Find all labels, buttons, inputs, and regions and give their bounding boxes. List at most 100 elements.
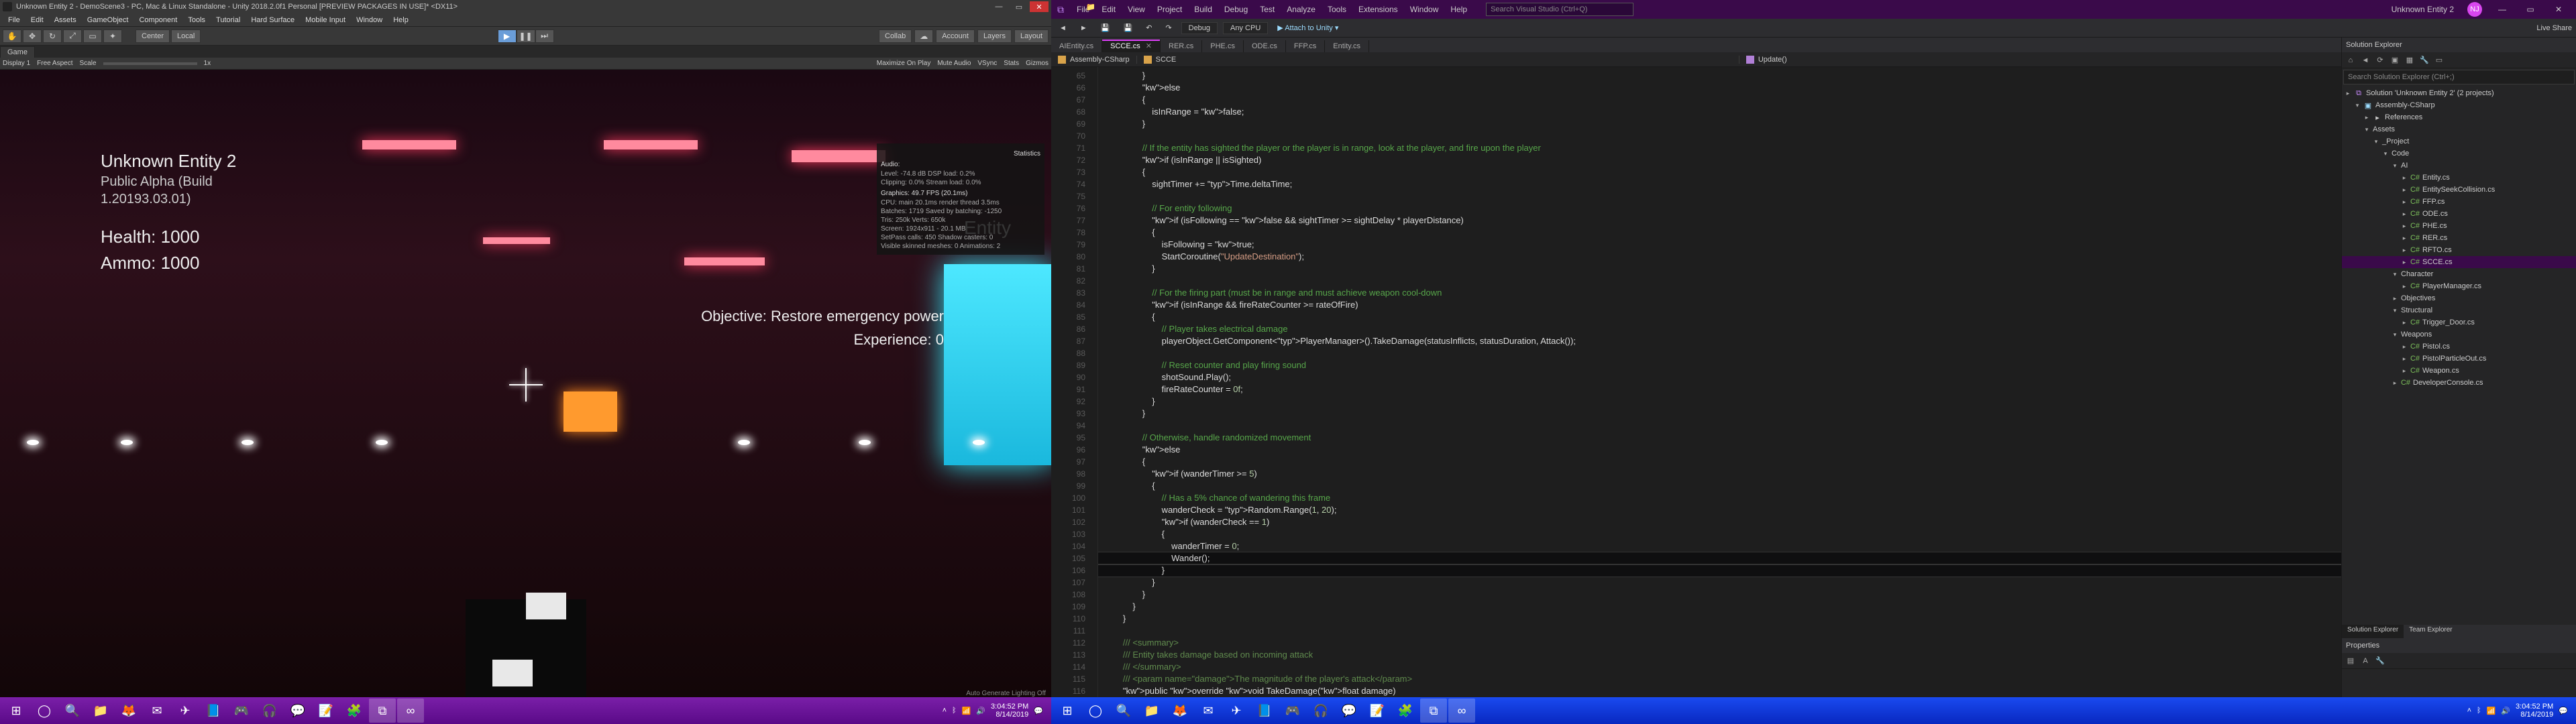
step-button[interactable]: ⏭ — [535, 29, 554, 43]
notif-icon[interactable]: 💬 — [2559, 707, 2568, 715]
redo-icon[interactable]: ↷ — [1161, 22, 1175, 34]
tab-rer[interactable]: RER.cs — [1161, 40, 1202, 52]
close-tab-icon[interactable]: ✕ — [1146, 42, 1152, 50]
code-line[interactable]: // Has a 5% chance of wandering this fra… — [1098, 492, 2341, 504]
rotate-tool-icon[interactable]: ↻ — [43, 29, 62, 43]
tree-node[interactable]: ▸C#Entity.cs — [2342, 172, 2576, 184]
taskbar-item[interactable]: ✉ — [1195, 699, 1222, 723]
taskbar-item[interactable]: 🧩 — [341, 699, 368, 723]
code-line[interactable]: } — [1098, 589, 2341, 601]
tree-node[interactable]: ▸C#PistolParticleOut.cs — [2342, 353, 2576, 365]
prop-wrench-icon[interactable]: 🔧 — [2374, 655, 2386, 667]
close-button[interactable]: ✕ — [2545, 1, 2572, 17]
menu-extensions[interactable]: Extensions — [1353, 5, 1403, 14]
code-line[interactable]: /// <summary> — [1098, 637, 2341, 649]
minimize-button[interactable]: — — [989, 1, 1008, 12]
scale-tool-icon[interactable]: ⤢ — [63, 29, 82, 43]
code-line[interactable]: fireRateCounter = 0f; — [1098, 383, 2341, 396]
undo-icon[interactable]: ↶ — [1142, 22, 1156, 34]
code-line[interactable]: { — [1098, 227, 2341, 239]
tree-node[interactable]: ▾📁Character — [2342, 268, 2576, 280]
menu-project[interactable]: Project — [1152, 5, 1187, 14]
taskbar-item[interactable]: ✉ — [144, 699, 170, 723]
collab-dropdown[interactable]: Collab — [879, 29, 912, 43]
menu-view[interactable]: View — [1122, 5, 1150, 14]
alpha-icon[interactable]: A — [2359, 655, 2371, 667]
tree-node[interactable]: ▾📁AI — [2342, 160, 2576, 172]
code-line[interactable] — [1098, 190, 2341, 202]
nav-back-icon[interactable]: ◄ — [1055, 23, 1071, 34]
taskbar-item[interactable]: 🧩 — [1392, 699, 1419, 723]
code-line[interactable]: sightTimer += "typ">Time.deltaTime; — [1098, 178, 2341, 190]
code-line[interactable]: { — [1098, 166, 2341, 178]
code-line[interactable]: } — [1098, 577, 2341, 589]
code-line[interactable]: "kw">if (isInRange || isSighted) — [1098, 154, 2341, 166]
ctrl-maximize-on-play[interactable]: Maximize On Play — [877, 60, 931, 67]
tray-wifi-icon[interactable]: 📶 — [962, 707, 971, 715]
taskbar-item[interactable]: ∞ — [397, 699, 424, 723]
taskbar-item[interactable]: 📝 — [313, 699, 339, 723]
taskbar-item[interactable]: 🎧 — [256, 699, 283, 723]
taskbar-item[interactable]: 🎮 — [1279, 699, 1306, 723]
taskbar-item[interactable]: 💬 — [1336, 699, 1362, 723]
config-dropdown[interactable]: Debug — [1181, 22, 1218, 34]
taskbar-item[interactable]: ⧉ — [1420, 699, 1447, 723]
hand-tool-icon[interactable]: ✋ — [3, 29, 21, 43]
code-line[interactable]: isInRange = "kw">false; — [1098, 106, 2341, 118]
nav-fwd-icon[interactable]: ► — [1076, 23, 1091, 34]
menu-build[interactable]: Build — [1189, 5, 1218, 14]
platform-dropdown[interactable]: Any CPU — [1223, 22, 1268, 34]
code-line[interactable]: /// <param name="damage">The magnitude o… — [1098, 673, 2341, 685]
code-line[interactable] — [1098, 625, 2341, 637]
code-line[interactable]: } — [1098, 613, 2341, 625]
maximize-button[interactable]: ▭ — [2517, 1, 2544, 17]
code-line[interactable]: } — [1098, 70, 2341, 82]
code-line[interactable]: } — [1098, 601, 2341, 613]
code-line[interactable]: // For the firing part (must be in range… — [1098, 287, 2341, 299]
code-line[interactable]: // Player takes electrical damage — [1098, 323, 2341, 335]
tab-phe[interactable]: PHE.cs — [1202, 40, 1244, 52]
tree-node[interactable]: ▸C#RFTO.cs — [2342, 244, 2576, 256]
code-line[interactable]: } — [1098, 564, 2341, 577]
sync-icon[interactable]: ⟳ — [2374, 54, 2386, 66]
notif-icon[interactable]: 💬 — [1034, 707, 1043, 715]
code-line[interactable]: { — [1098, 94, 2341, 106]
code-line[interactable]: isFollowing = "kw">true; — [1098, 239, 2341, 251]
tree-node[interactable]: ▸C#EntitySeekCollision.cs — [2342, 184, 2576, 196]
game-view[interactable]: Unknown Entity 2 Public Alpha (Build 1.2… — [0, 70, 1051, 700]
system-tray[interactable]: ˄ ᛒ 📶 🔊 3:04:52 PM 8/14/2019 💬 — [2462, 703, 2573, 719]
code-line[interactable]: // Otherwise, handle randomized movement — [1098, 432, 2341, 444]
tree-node[interactable]: ▸⧉Solution 'Unknown Entity 2' (2 project… — [2342, 87, 2576, 99]
tree-node[interactable]: ▸C#DeveloperConsole.cs — [2342, 377, 2576, 389]
taskbar-item[interactable]: 📝 — [1364, 699, 1391, 723]
home-icon[interactable]: ⌂ — [2345, 54, 2357, 66]
taskbar-item[interactable]: ✈ — [1223, 699, 1250, 723]
ctrl-stats[interactable]: Stats — [1004, 60, 1019, 67]
taskbar-item[interactable]: ∞ — [1448, 699, 1475, 723]
code-line[interactable]: wanderTimer = 0; — [1098, 540, 2341, 552]
scale-slider[interactable] — [103, 62, 197, 65]
code-line[interactable]: { — [1098, 456, 2341, 468]
layout-dropdown[interactable]: Layout — [1014, 29, 1049, 43]
menu-help[interactable]: Help — [1445, 5, 1472, 14]
code-line[interactable]: /// Entity takes damage based on incomin… — [1098, 649, 2341, 661]
code-line[interactable]: "kw">public "kw">override "kw">void Take… — [1098, 685, 2341, 697]
menu-file[interactable]: File — [3, 16, 25, 24]
taskbar-item[interactable]: ✈ — [172, 699, 199, 723]
game-tab[interactable]: Game — [0, 46, 35, 58]
taskbar-item[interactable]: 🔍 — [59, 699, 86, 723]
tree-node[interactable]: ▾▣Assembly-CSharp — [2342, 99, 2576, 111]
menu-gameobject[interactable]: GameObject — [82, 16, 134, 24]
tray-vol-icon[interactable]: 🔊 — [976, 707, 985, 715]
taskbar-item[interactable]: ◯ — [31, 699, 58, 723]
menu-window[interactable]: Window — [1405, 5, 1444, 14]
code-line[interactable] — [1098, 420, 2341, 432]
menu-debug[interactable]: Debug — [1219, 5, 1253, 14]
tree-node[interactable]: ▾📁Assets — [2342, 123, 2576, 135]
code-line[interactable]: // For entity following — [1098, 202, 2341, 215]
code-line[interactable] — [1098, 130, 2341, 142]
live-share-button[interactable]: Live Share — [2536, 24, 2572, 32]
transform-tool-icon[interactable]: ✦ — [103, 29, 122, 43]
tab-solution-explorer[interactable]: Solution Explorer — [2342, 625, 2404, 638]
taskbar-item[interactable]: 🦊 — [115, 699, 142, 723]
